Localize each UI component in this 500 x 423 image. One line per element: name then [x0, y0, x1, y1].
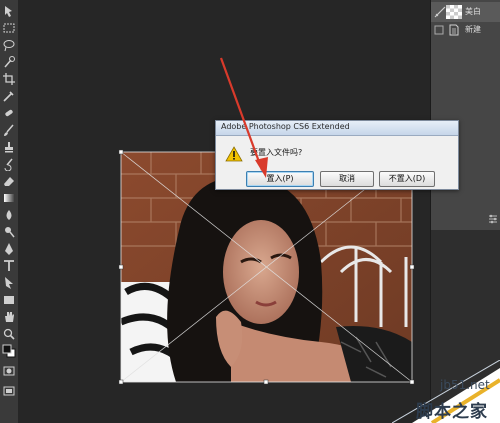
layers-panel: 美白 新建 [430, 0, 500, 230]
pen-tool-icon[interactable] [2, 242, 16, 256]
dodge-tool-icon[interactable] [2, 225, 16, 239]
brush-tool-icon[interactable] [2, 123, 16, 137]
layer-name: 新建 [465, 25, 481, 34]
type-tool-icon[interactable] [2, 259, 16, 273]
layer-name: 美白 [465, 7, 481, 16]
gradient-tool-icon[interactable] [2, 191, 16, 205]
dialog-title-bar[interactable]: Adobe Photoshop CS6 Extended [216, 121, 458, 136]
layer-row[interactable]: 新建 [431, 20, 500, 40]
blur-tool-icon[interactable] [2, 208, 16, 222]
place-button[interactable]: 置入(P) [246, 171, 314, 187]
checkbox-icon[interactable] [434, 25, 444, 35]
screen-mode-icon[interactable] [2, 384, 16, 398]
path-selection-tool-icon[interactable] [2, 276, 16, 290]
history-brush-tool-icon[interactable] [2, 157, 16, 171]
dont-place-button[interactable]: 不置入(D) [379, 171, 435, 187]
tools-panel [0, 0, 19, 423]
layer-thumbnail-icon [434, 6, 446, 18]
photoshop-window: 美白 新建 Adobe Photoshop CS6 Extended 要置入文件… [0, 0, 500, 423]
dialog-message: 要置入文件吗? [250, 148, 303, 157]
layer-transparency-thumbnail [446, 5, 462, 19]
clone-stamp-tool-icon[interactable] [2, 140, 16, 154]
layer-row[interactable]: 美白 [431, 2, 500, 22]
rectangle-tool-icon[interactable] [2, 293, 16, 307]
quick-mask-icon[interactable] [2, 364, 16, 378]
foreground-background-color-icon[interactable] [2, 344, 16, 358]
marquee-tool-icon[interactable] [2, 21, 16, 35]
watermark-url: jb51.net [440, 378, 490, 392]
crop-tool-icon[interactable] [2, 72, 16, 86]
cancel-button[interactable]: 取消 [320, 171, 374, 187]
document-icon [449, 24, 459, 36]
hand-tool-icon[interactable] [2, 310, 16, 324]
warning-icon [225, 146, 243, 162]
healing-brush-tool-icon[interactable] [2, 106, 16, 120]
zoom-tool-icon[interactable] [2, 327, 16, 341]
dialog-title: Adobe Photoshop CS6 Extended [221, 122, 350, 131]
place-file-dialog: Adobe Photoshop CS6 Extended 要置入文件吗? 置入(… [215, 120, 459, 190]
watermark-site-name: 脚本之家 [416, 402, 488, 422]
adjust-icon[interactable] [487, 213, 499, 225]
lasso-tool-icon[interactable] [2, 38, 16, 52]
move-tool-icon[interactable] [2, 4, 16, 18]
eraser-tool-icon[interactable] [2, 174, 16, 188]
quick-selection-tool-icon[interactable] [2, 55, 16, 69]
eyedropper-tool-icon[interactable] [2, 89, 16, 103]
